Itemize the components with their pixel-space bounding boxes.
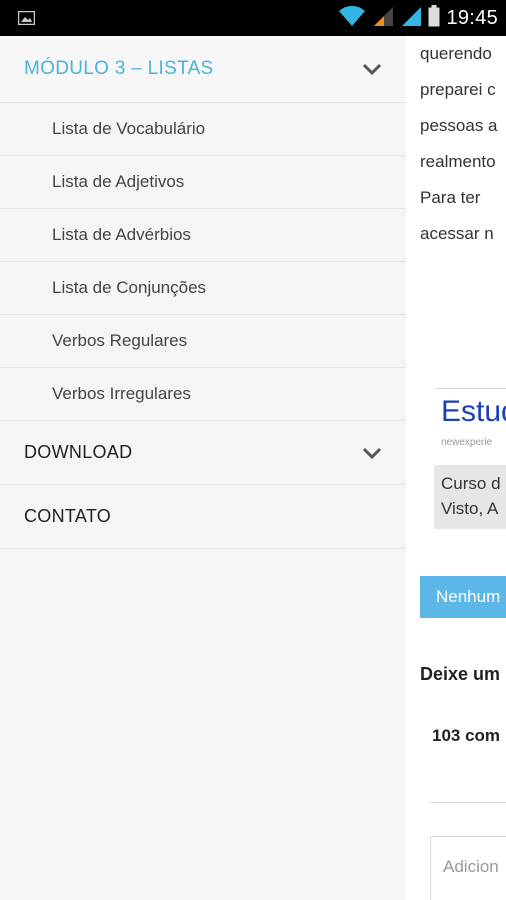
chevron-down-icon[interactable] bbox=[362, 421, 382, 484]
paragraph-line: realmento bbox=[420, 152, 496, 171]
comments-count: 103 com bbox=[432, 726, 501, 745]
drawer-item-verbos-irregulares[interactable]: Verbos Irregulares bbox=[0, 368, 406, 421]
drawer-item-verbos-regulares[interactable]: Verbos Regulares bbox=[0, 315, 406, 368]
ad-url: newexperie bbox=[441, 437, 493, 448]
drawer-item-contato[interactable]: CONTATO bbox=[0, 485, 406, 549]
leave-comment-heading: Deixe um bbox=[420, 664, 501, 684]
drawer-section-modulo-3[interactable]: MÓDULO 3 – LISTAS bbox=[0, 36, 406, 103]
article-page: querendo preparei c pessoas a realmento … bbox=[406, 36, 506, 900]
drawer-item-lista-adjetivos[interactable]: Lista de Adjetivos bbox=[0, 156, 406, 209]
paragraph-line: querendo bbox=[420, 44, 492, 63]
divider bbox=[430, 802, 506, 803]
add-comment-input[interactable]: Adicion bbox=[430, 836, 506, 900]
signal-orange-icon bbox=[372, 5, 394, 32]
drawer-item-label: Verbos Regulares bbox=[52, 331, 188, 350]
navigation-drawer: MÓDULO 3 – LISTAS Lista de Vocabulário L… bbox=[0, 36, 406, 900]
chevron-down-icon[interactable] bbox=[362, 36, 382, 102]
status-bar: 19:45 bbox=[0, 0, 506, 36]
signal-blue-icon bbox=[400, 5, 422, 32]
ad-banner[interactable]: Estud newexperie Curso d Visto, A bbox=[434, 388, 506, 533]
clock: 19:45 bbox=[446, 6, 498, 29]
drawer-item-label: Lista de Conjunções bbox=[52, 278, 207, 297]
drawer-item-label: Verbos Irregulares bbox=[52, 384, 191, 403]
ad-description: Curso d Visto, A bbox=[434, 465, 506, 529]
drawer-item-label: DOWNLOAD bbox=[24, 442, 133, 462]
no-comments-button[interactable]: Nenhum bbox=[420, 576, 506, 618]
wifi-icon bbox=[338, 5, 366, 32]
battery-icon bbox=[428, 4, 440, 32]
drawer-item-label: CONTATO bbox=[24, 506, 112, 526]
article-paragraph: querendo preparei c pessoas a realmento … bbox=[420, 36, 506, 252]
paragraph-line: Para ter bbox=[420, 188, 481, 207]
drawer-item-lista-adverbios[interactable]: Lista de Advérbios bbox=[0, 209, 406, 262]
image-icon bbox=[17, 10, 36, 30]
drawer-item-lista-vocabulario[interactable]: Lista de Vocabulário bbox=[0, 103, 406, 156]
paragraph-line: pessoas a bbox=[420, 116, 498, 135]
paragraph-line: acessar n bbox=[420, 224, 494, 243]
drawer-item-label: Lista de Adjetivos bbox=[52, 172, 185, 191]
paragraph-line: preparei c bbox=[420, 80, 496, 99]
drawer-section-title: MÓDULO 3 – LISTAS bbox=[24, 58, 214, 79]
add-comment-placeholder: Adicion bbox=[443, 857, 499, 876]
drawer-item-download[interactable]: DOWNLOAD bbox=[0, 421, 406, 485]
ad-line: Visto, A bbox=[441, 499, 499, 518]
ad-line: Curso d bbox=[441, 474, 501, 493]
ad-title[interactable]: Estud bbox=[441, 395, 506, 429]
drawer-item-lista-conjuncoes[interactable]: Lista de Conjunções bbox=[0, 262, 406, 315]
drawer-item-label: Lista de Advérbios bbox=[52, 225, 191, 244]
drawer-item-label: Lista de Vocabulário bbox=[52, 119, 206, 138]
